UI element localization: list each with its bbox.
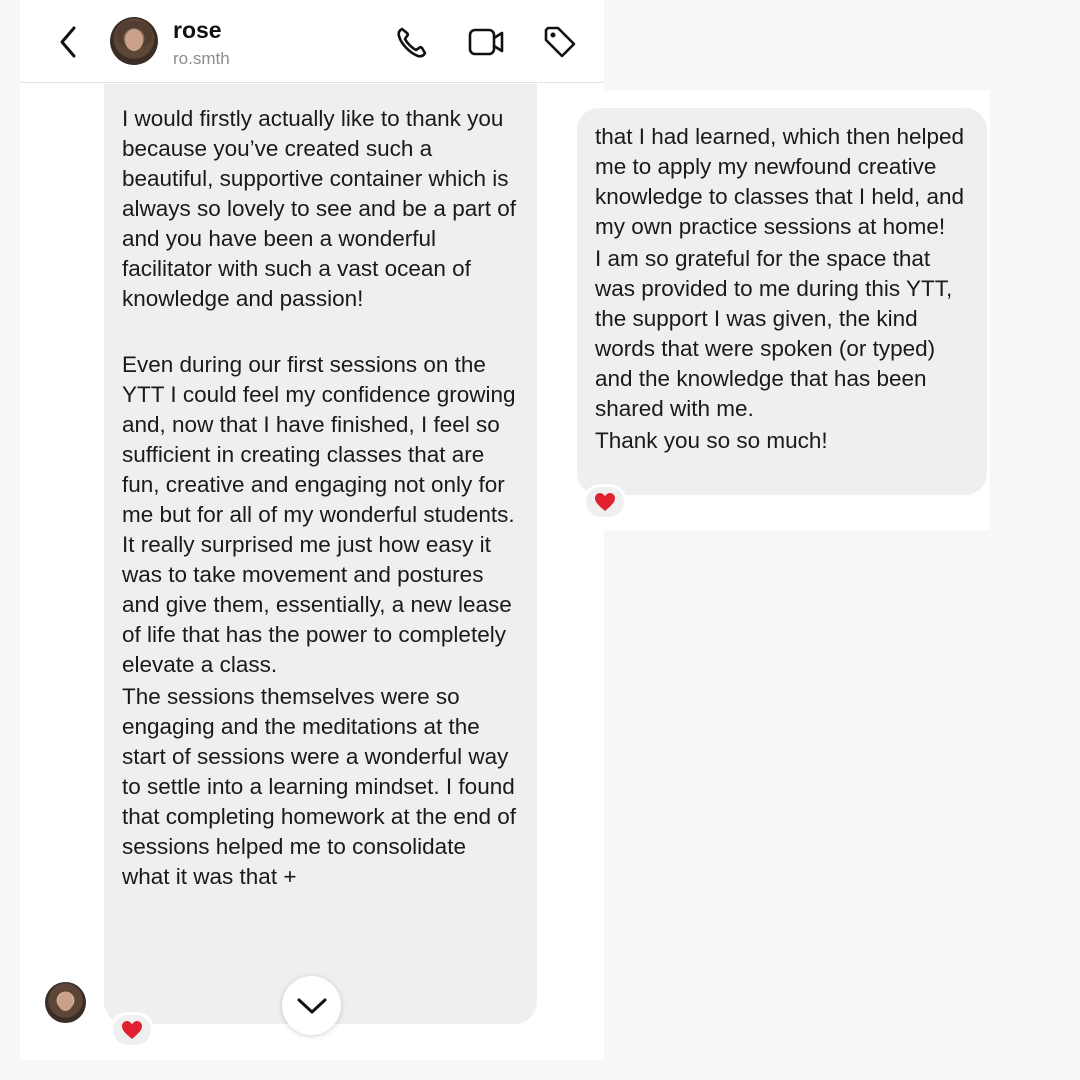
chevron-left-icon[interactable] — [54, 22, 84, 62]
contact-name[interactable]: rose — [173, 17, 222, 44]
reaction-badge[interactable] — [110, 1012, 154, 1048]
sender-avatar[interactable] — [45, 982, 86, 1023]
chevron-down-icon — [297, 998, 326, 1013]
message-bubble-received[interactable]: I would firstly actually like to thank y… — [104, 84, 537, 1024]
heart-icon — [595, 493, 615, 511]
message-paragraph: that I had learned, which then helped me… — [595, 124, 965, 239]
scroll-down-button[interactable] — [282, 976, 341, 1035]
heart-icon — [122, 1021, 142, 1039]
message-paragraph: I would firstly actually like to thank y… — [122, 106, 516, 311]
message-paragraph: The sessions themselves were so engaging… — [122, 684, 516, 889]
message-paragraph: Even during our first sessions on the YT… — [122, 352, 516, 677]
phone-icon[interactable] — [393, 22, 433, 62]
video-camera-icon[interactable] — [466, 22, 506, 62]
message-paragraph: I am so grateful for the space that was … — [595, 246, 953, 421]
reaction-badge[interactable] — [583, 484, 627, 520]
chat-header: rose ro.smth — [20, 0, 604, 83]
contact-handle: ro.smth — [173, 49, 230, 68]
message-paragraph: Thank you so so much! — [595, 428, 828, 453]
avatar[interactable] — [110, 17, 158, 65]
tag-icon[interactable] — [540, 22, 580, 62]
message-bubble-received-continued[interactable]: that I had learned, which then helped me… — [577, 108, 987, 495]
